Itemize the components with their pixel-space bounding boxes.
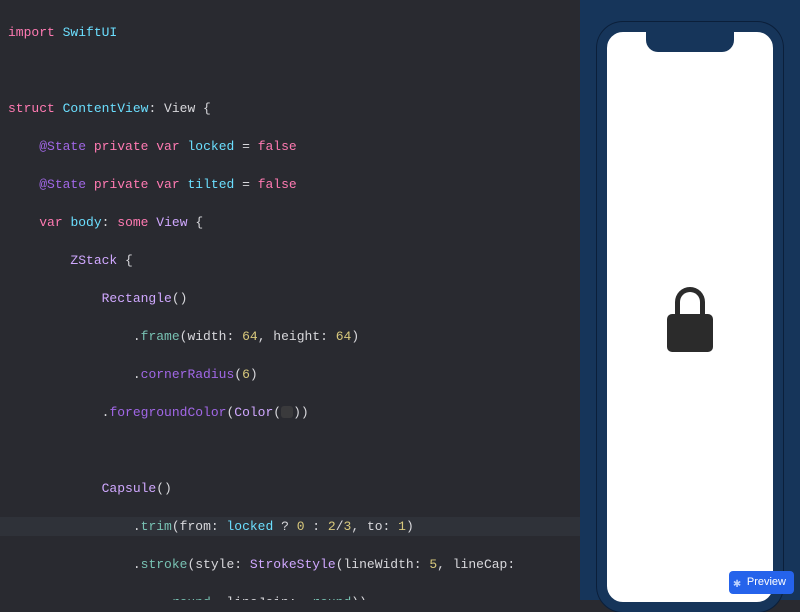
phone-notch [646, 30, 734, 52]
lock-icon [665, 287, 715, 347]
code-line: Rectangle() [8, 289, 572, 308]
preview-button[interactable]: Preview [729, 571, 794, 594]
code-line: .cornerRadius(6) [8, 365, 572, 384]
code-line: import SwiftUI [8, 23, 572, 42]
code-line: ZStack { [8, 251, 572, 270]
preview-button-label: Preview [747, 573, 786, 592]
code-line: .frame(width: 64, height: 64) [8, 327, 572, 346]
color-swatch-icon [281, 406, 293, 418]
code-line: .stroke(style: StrokeStyle(lineWidth: 5,… [8, 555, 572, 574]
code-line: var body: some View { [8, 213, 572, 232]
loading-spinner-icon [733, 578, 743, 588]
code-line: struct ContentView: View { [8, 99, 572, 118]
code-line [8, 441, 572, 460]
code-line [8, 61, 572, 80]
code-line: .foregroundColor(Color()) [8, 403, 572, 422]
code-line: @State private var locked = false [8, 137, 572, 156]
code-line: .round, lineJoin: .round)) [8, 593, 572, 600]
code-editor[interactable]: import SwiftUI struct ContentView: View … [0, 0, 580, 600]
phone-simulator[interactable] [597, 22, 783, 612]
code-line: @State private var tilted = false [8, 175, 572, 194]
code-line: .trim(from: locked ? 0 : 2/3, to: 1) [0, 517, 580, 536]
preview-panel: Preview [580, 0, 800, 600]
code-line: Capsule() [8, 479, 572, 498]
